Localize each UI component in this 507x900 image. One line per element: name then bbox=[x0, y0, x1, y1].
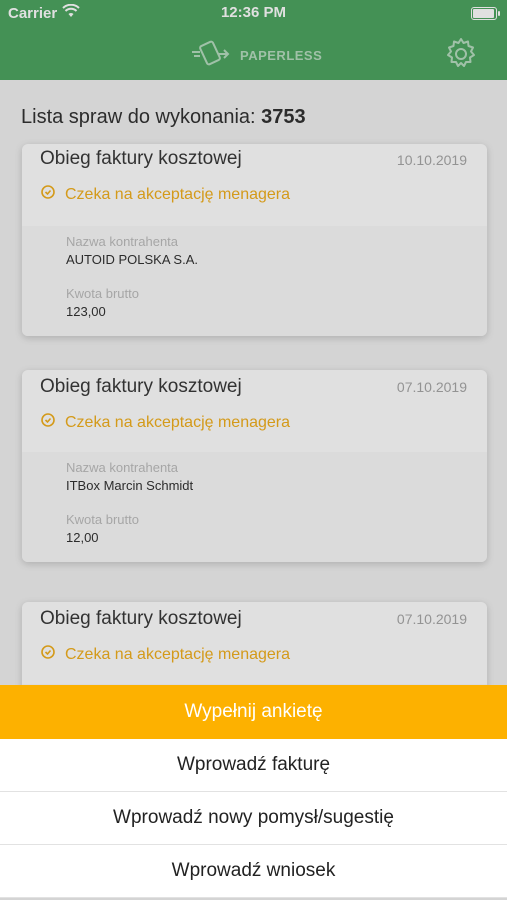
fill-survey-button[interactable]: Wypełnij ankietę bbox=[0, 685, 507, 739]
add-idea-button[interactable]: Wprowadź nowy pomysł/sugestię bbox=[0, 792, 507, 845]
add-invoice-button[interactable]: Wprowadź fakturę bbox=[0, 739, 507, 792]
action-sheet: Wypełnij ankietę Wprowadź fakturę Wprowa… bbox=[0, 685, 507, 900]
add-request-button[interactable]: Wprowadź wniosek bbox=[0, 845, 507, 898]
